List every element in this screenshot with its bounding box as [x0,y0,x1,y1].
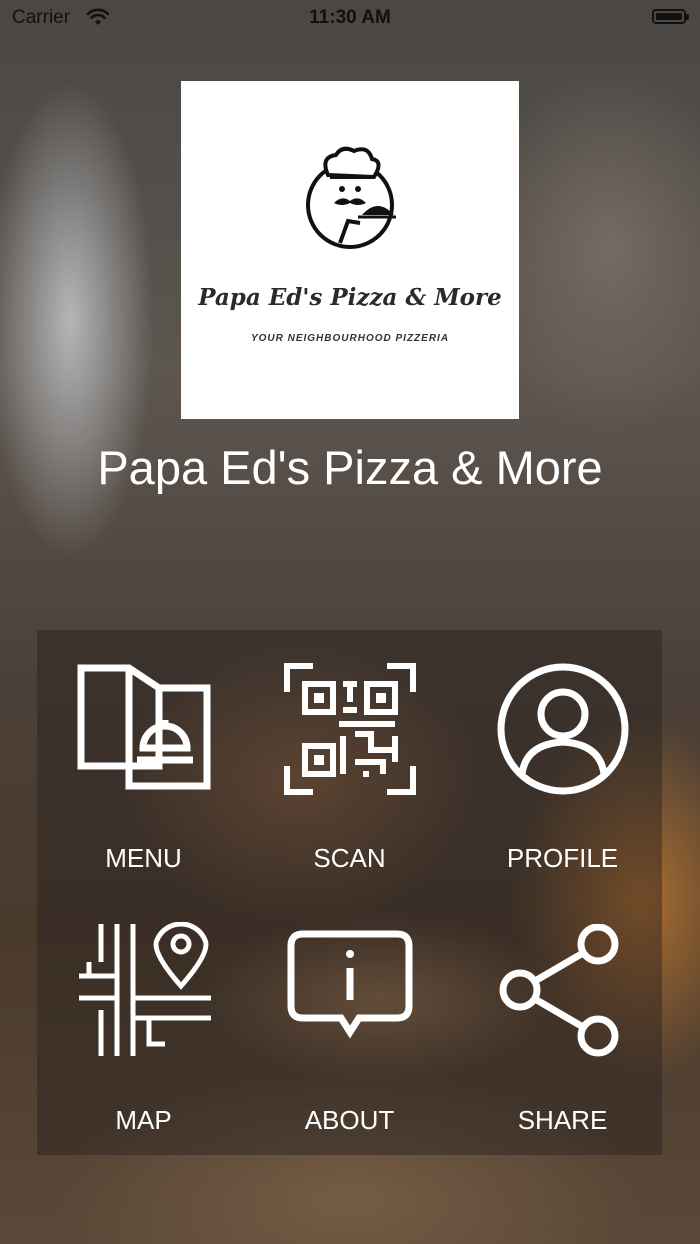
menu-button[interactable]: MENU [37,630,250,892]
logo-tagline: YOUR NEIGHBOURHOOD PIZZERIA [250,333,450,344]
profile-button[interactable]: PROFILE [456,630,669,892]
info-icon [287,930,413,1039]
scan-label: SCAN [313,843,386,873]
logo-name: Papa Ed's Pizza & More [198,284,502,311]
share-icon [499,924,619,1057]
menu-icon [77,664,211,790]
map-label: MAP [115,1105,172,1135]
status-time: 11:30 AM [309,7,391,28]
about-button[interactable]: ABOUT [243,892,456,1154]
map-pin-icon [79,922,211,1056]
chef-mascot-icon [306,146,396,249]
profile-label: PROFILE [506,843,619,873]
app-title: Papa Ed's Pizza & More [97,441,603,494]
share-label: SHARE [517,1105,608,1135]
profile-icon [497,663,629,795]
qr-code-icon [284,663,416,795]
battery-icon [652,9,689,24]
restaurant-logo: Papa Ed's Pizza & More YOUR NEIGHBOURHOO… [181,81,519,419]
scan-button[interactable]: SCAN [243,630,456,892]
status-bar: Carrier 11:30 AM [0,0,700,36]
map-button[interactable]: MAP [37,892,250,1154]
navigation-grid: MENU SCAN PROFILE MAP ABOUT SHARE [37,630,662,1155]
share-button[interactable]: SHARE [456,892,669,1154]
about-label: ABOUT [304,1105,395,1135]
menu-label: MENU [105,843,182,873]
